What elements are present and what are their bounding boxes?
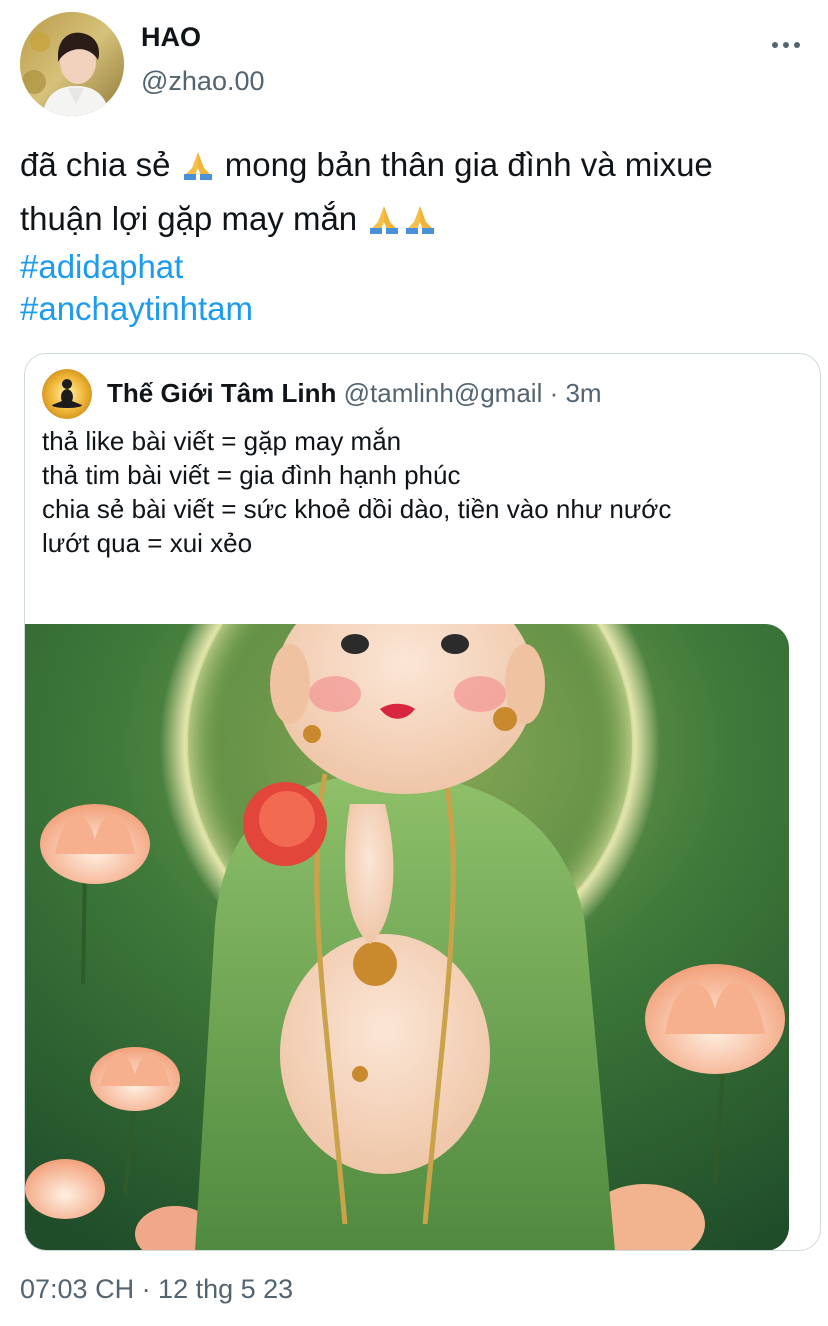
tweet-text-part-2: mong bản thân gia đình và mixue: [224, 146, 713, 183]
quoted-text-line: lướt qua = xui xẻo: [42, 528, 253, 558]
quoted-tweet-time[interactable]: 3m: [565, 378, 601, 408]
more-options-button[interactable]: [764, 28, 808, 62]
tweet-line-1: đã chia sẻ mong bản thân gia đình và mix…: [20, 138, 820, 192]
author-display-name[interactable]: HAO: [141, 20, 201, 54]
folded-hands-icon: [366, 196, 402, 250]
tweet-line-2: thuận lợi gặp may mắn: [20, 192, 820, 246]
more-horizontal-icon: [772, 42, 800, 48]
quoted-tweet-card[interactable]: Thế Giới Tâm Linh @tamlinh@gmail · 3m th…: [24, 353, 821, 1251]
folded-hands-icon: [402, 196, 438, 250]
tweet-text-part-1: đã chia sẻ: [20, 146, 171, 183]
hashtag-link[interactable]: #anchaytinhtam: [20, 288, 253, 330]
author-avatar[interactable]: [20, 12, 124, 116]
quoted-tweet-image[interactable]: [25, 624, 789, 1250]
author-handle[interactable]: @zhao.00: [141, 64, 265, 98]
quoted-text-line: thả like bài viết = gặp may mắn: [42, 426, 402, 456]
tweet-body: đã chia sẻ mong bản thân gia đình và mix…: [20, 138, 820, 246]
quoted-author-handle[interactable]: @tamlinh@gmail: [344, 378, 543, 408]
hashtag-list: #adidaphat #anchaytinhtam: [20, 246, 253, 330]
folded-hands-icon: [180, 142, 216, 196]
quoted-text-line: thả tim bài viết = gia đình hạnh phúc: [42, 460, 461, 490]
quoted-tweet-header: Thế Giới Tâm Linh @tamlinh@gmail · 3m: [107, 376, 602, 410]
quoted-author-avatar[interactable]: [42, 369, 92, 419]
quoted-author-name[interactable]: Thế Giới Tâm Linh: [107, 378, 336, 408]
tweet-text-line-2: thuận lợi gặp may mắn: [20, 200, 358, 237]
tweet-timestamp[interactable]: 07:03 CH · 12 thg 5 23: [20, 1272, 293, 1306]
quoted-tweet-text: thả like bài viết = gặp may mắn thả tim …: [42, 424, 671, 560]
hashtag-link[interactable]: #adidaphat: [20, 246, 253, 288]
quoted-text-line: chia sẻ bài viết = sức khoẻ dồi dào, tiề…: [42, 494, 672, 524]
meta-separator: ·: [542, 378, 566, 408]
